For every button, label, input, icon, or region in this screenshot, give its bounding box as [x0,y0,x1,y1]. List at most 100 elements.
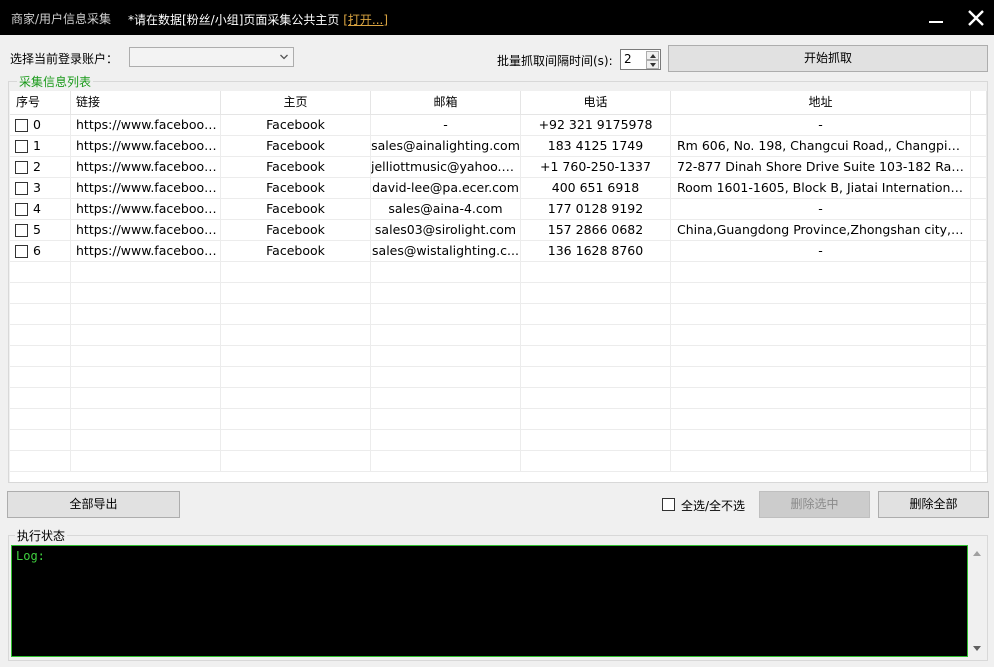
cell-email: sales@aina-4.com [371,199,521,220]
cell-index: 5 [10,220,71,241]
cell-index: 6 [10,241,71,262]
table-row[interactable]: 2 https://www.facebook... Facebook jelliott… [10,157,987,178]
row-checkbox[interactable] [15,203,28,216]
table-row [10,367,987,388]
cell-phone [521,409,671,430]
cell-page: Facebook [221,241,371,262]
cell-index [10,304,71,325]
cell-filler [971,367,987,388]
column-header-page[interactable]: 主页 [221,91,371,115]
cell-filler [971,325,987,346]
minimize-icon [929,21,943,23]
account-select[interactable] [129,47,294,67]
table-group-title: 采集信息列表 [17,73,94,90]
row-checkbox[interactable] [15,245,28,258]
cell-address [671,409,971,430]
minimize-button[interactable] [924,6,948,30]
cell-email: - [371,115,521,136]
delete-all-button[interactable]: 删除全部 [878,491,989,518]
arrow-up-icon [650,54,656,58]
start-button[interactable]: 开始抓取 [668,45,988,72]
cell-address [671,388,971,409]
select-all-box[interactable] [662,498,675,511]
cell-index [10,367,71,388]
open-link[interactable]: [打开...] [343,13,388,27]
cell-link[interactable]: https://www.facebook... [71,199,221,220]
table-row[interactable]: 5 https://www.facebook... Facebook sales03@… [10,220,987,241]
cell-link[interactable]: https://www.facebook... [71,157,221,178]
spinner-up-button[interactable] [646,51,659,60]
column-header-phone[interactable]: 电话 [521,91,671,115]
log-output[interactable]: Log: [11,545,968,657]
close-button[interactable] [964,6,988,30]
cell-index: 1 [10,136,71,157]
cell-link [71,325,221,346]
interval-value[interactable]: 2 [624,52,632,66]
cell-page: Facebook [221,199,371,220]
cell-filler [971,199,987,220]
cell-link [71,367,221,388]
row-checkbox[interactable] [15,182,28,195]
interval-spinner[interactable]: 2 [620,49,661,70]
table-row[interactable]: 4 https://www.facebook... Facebook sales@ai… [10,199,987,220]
cell-phone [521,367,671,388]
spinner-down-button[interactable] [646,60,659,69]
cell-address: China,Guangdong Province,Zhongshan city,… [671,220,971,241]
cell-phone [521,346,671,367]
row-checkbox[interactable] [15,224,28,237]
column-header-index[interactable]: 序号 [10,91,71,115]
table-row[interactable]: 3 https://www.facebook... Facebook david-le… [10,178,987,199]
cell-link[interactable]: https://www.facebook... [71,241,221,262]
scroll-down-icon[interactable] [973,646,981,651]
scroll-up-icon[interactable] [973,551,981,556]
cell-link [71,262,221,283]
cell-link[interactable]: https://www.facebook... [71,115,221,136]
log-scrollbar[interactable] [969,545,987,657]
cell-link[interactable]: https://www.facebook... [71,178,221,199]
cell-page: Facebook [221,178,371,199]
row-index: 0 [33,117,41,132]
table-row [10,262,987,283]
cell-address [671,325,971,346]
column-header-link[interactable]: 链接 [71,91,221,115]
row-checkbox[interactable] [15,119,28,132]
export-all-button[interactable]: 全部导出 [7,491,180,518]
cell-page: Facebook [221,220,371,241]
cell-filler [971,430,987,451]
cell-filler [971,220,987,241]
table-row[interactable]: 6 https://www.facebook... Facebook sales@wi… [10,241,987,262]
cell-link[interactable]: https://www.facebook... [71,136,221,157]
cell-address [671,430,971,451]
cell-index: 2 [10,157,71,178]
cell-index [10,388,71,409]
cell-index [10,346,71,367]
table-row[interactable]: 0 https://www.facebook... Facebook - +92 321… [10,115,987,136]
cell-index [10,283,71,304]
cell-page [221,367,371,388]
cell-address [671,451,971,472]
table-row [10,304,987,325]
cell-phone: +92 321 9175978 [521,115,671,136]
cell-email [371,346,521,367]
cell-email [371,451,521,472]
cell-phone [521,451,671,472]
cell-link[interactable]: https://www.facebook... [71,220,221,241]
cell-address [671,262,971,283]
cell-phone: 400 651 6918 [521,178,671,199]
table-row [10,283,987,304]
row-checkbox[interactable] [15,161,28,174]
cell-page [221,346,371,367]
cell-link [71,283,221,304]
row-checkbox[interactable] [15,140,28,153]
cell-page [221,262,371,283]
cell-filler [971,388,987,409]
cell-phone [521,262,671,283]
column-header-address[interactable]: 地址 [671,91,971,115]
table-row[interactable]: 1 https://www.facebook... Facebook sales@ai… [10,136,987,157]
cell-link [71,346,221,367]
cell-phone: 177 0128 9192 [521,199,671,220]
cell-index [10,409,71,430]
delete-selected-button[interactable]: 删除选中 [759,491,870,518]
cell-address [671,346,971,367]
column-header-email[interactable]: 邮箱 [371,91,521,115]
